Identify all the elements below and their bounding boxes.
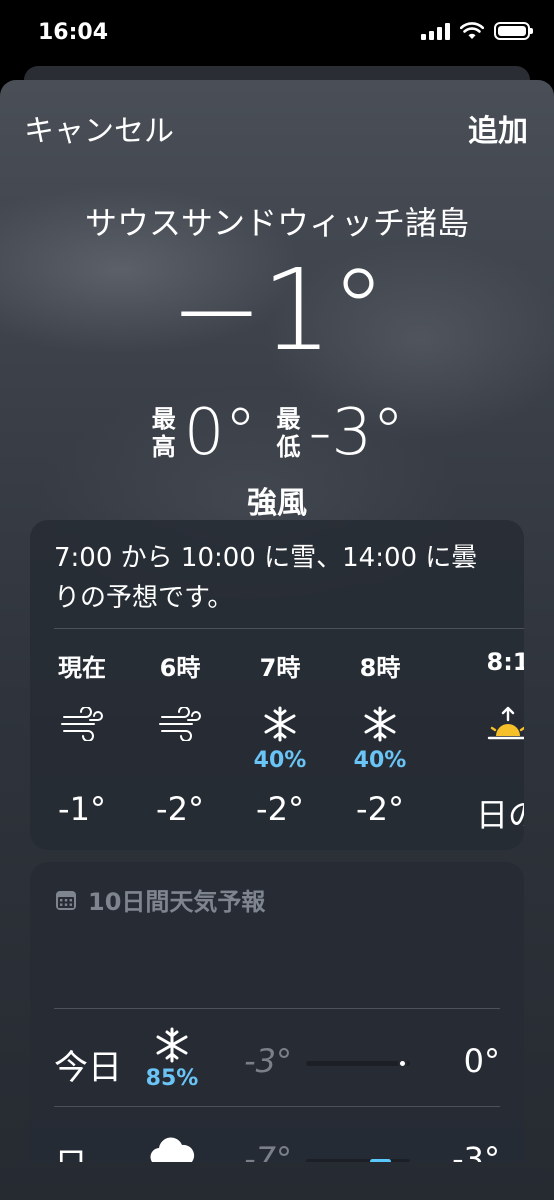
precip-chance — [130, 748, 230, 774]
add-button[interactable]: 追加 — [468, 106, 528, 150]
high-label: 最高 — [151, 405, 176, 461]
hour-temp: -1° — [58, 790, 106, 828]
day-row-today[interactable]: 今日 85% -3° 0° — [30, 1012, 524, 1108]
hour-item: 7時 40% -2° — [230, 648, 330, 828]
day-high-temp: -3° — [452, 1140, 500, 1162]
precip-chance: 85% — [145, 1066, 199, 1091]
precip-chance: 40% — [253, 748, 307, 773]
hour-temp: -2° — [256, 790, 304, 828]
sunrise-icon — [458, 696, 524, 752]
hour-temp: -2° — [156, 790, 204, 828]
status-time: 16:04 — [38, 20, 109, 45]
snowflake-icon — [330, 696, 430, 752]
temp-range-bar — [306, 1159, 410, 1162]
precip-chance — [32, 748, 132, 774]
hour-item: 8:1 日の — [458, 648, 524, 836]
condition-text: 強風 — [247, 486, 307, 521]
calendar-icon — [56, 890, 76, 910]
hour-label: 現在 — [58, 654, 106, 682]
cancel-button[interactable]: キャンセル — [24, 106, 174, 150]
temp-range-bar — [306, 1059, 410, 1068]
hour-temp: 日の — [475, 796, 524, 834]
high-temp-group: 最高 0° — [150, 396, 257, 470]
temp-range-fill — [370, 1159, 392, 1162]
hour-item: 8時 40% -2° — [330, 648, 430, 828]
day-high-temp: 0° — [463, 1042, 500, 1080]
status-bar: 16:04 — [0, 0, 554, 66]
divider — [54, 628, 524, 629]
current-temperature: −1° — [169, 246, 386, 376]
snowflake-icon: 85% — [142, 1026, 202, 1091]
low-temp: -3° — [308, 396, 405, 470]
low-temp-group: 最低 -3° — [274, 396, 404, 470]
hourly-forecast-card[interactable]: 7:00 から 10:00 に雪、14:00 に曇りの予想です。 現在 -1° … — [30, 520, 524, 850]
hour-label: 6時 — [159, 654, 201, 682]
battery-icon — [494, 22, 533, 40]
hour-temp: -2° — [356, 790, 404, 828]
ten-day-forecast-card[interactable]: 10日間天気予報 今日 85% -3° 0° 日 -7° -3° — [30, 862, 524, 1162]
ten-day-title: 10日間天気予報 — [88, 888, 266, 916]
wind-icon — [32, 696, 132, 752]
day-low-temp: -3° — [244, 1042, 292, 1080]
status-icons — [421, 22, 533, 40]
divider — [54, 1008, 500, 1009]
precip-chance: 40% — [353, 748, 407, 773]
high-temp: 0° — [183, 396, 257, 470]
cellular-signal-icon — [421, 22, 450, 40]
wifi-icon — [460, 22, 484, 39]
precip-chance — [458, 748, 524, 774]
day-row[interactable]: 日 -7° -3° — [30, 1110, 524, 1162]
hour-label: 8:1 — [486, 648, 525, 676]
low-label: 最低 — [276, 405, 301, 461]
current-temp-dot — [398, 1059, 407, 1068]
ten-day-header: 10日間天気予報 — [54, 882, 265, 917]
snowflake-icon — [230, 696, 330, 752]
hour-label: 7時 — [259, 654, 301, 682]
day-label: 日 — [54, 1138, 88, 1162]
wind-icon — [130, 696, 230, 752]
hour-item: 現在 -1° — [32, 648, 132, 828]
hourly-list[interactable]: 現在 -1° 6時 -2° 7時 40% -2° 8時 40% -2° 8:1 … — [30, 648, 524, 848]
cloud-icon — [142, 1136, 202, 1162]
forecast-summary: 7:00 から 10:00 に雪、14:00 に曇りの予想です。 — [54, 543, 478, 613]
high-low: 最高 0° 最低 -3° — [0, 396, 554, 470]
day-low-temp: -7° — [244, 1140, 292, 1162]
day-label: 今日 — [54, 1048, 122, 1088]
hour-item: 6時 -2° — [130, 648, 230, 828]
hour-label: 8時 — [359, 654, 401, 682]
location-name: サウスサンドウィッチ諸島 — [84, 204, 469, 242]
